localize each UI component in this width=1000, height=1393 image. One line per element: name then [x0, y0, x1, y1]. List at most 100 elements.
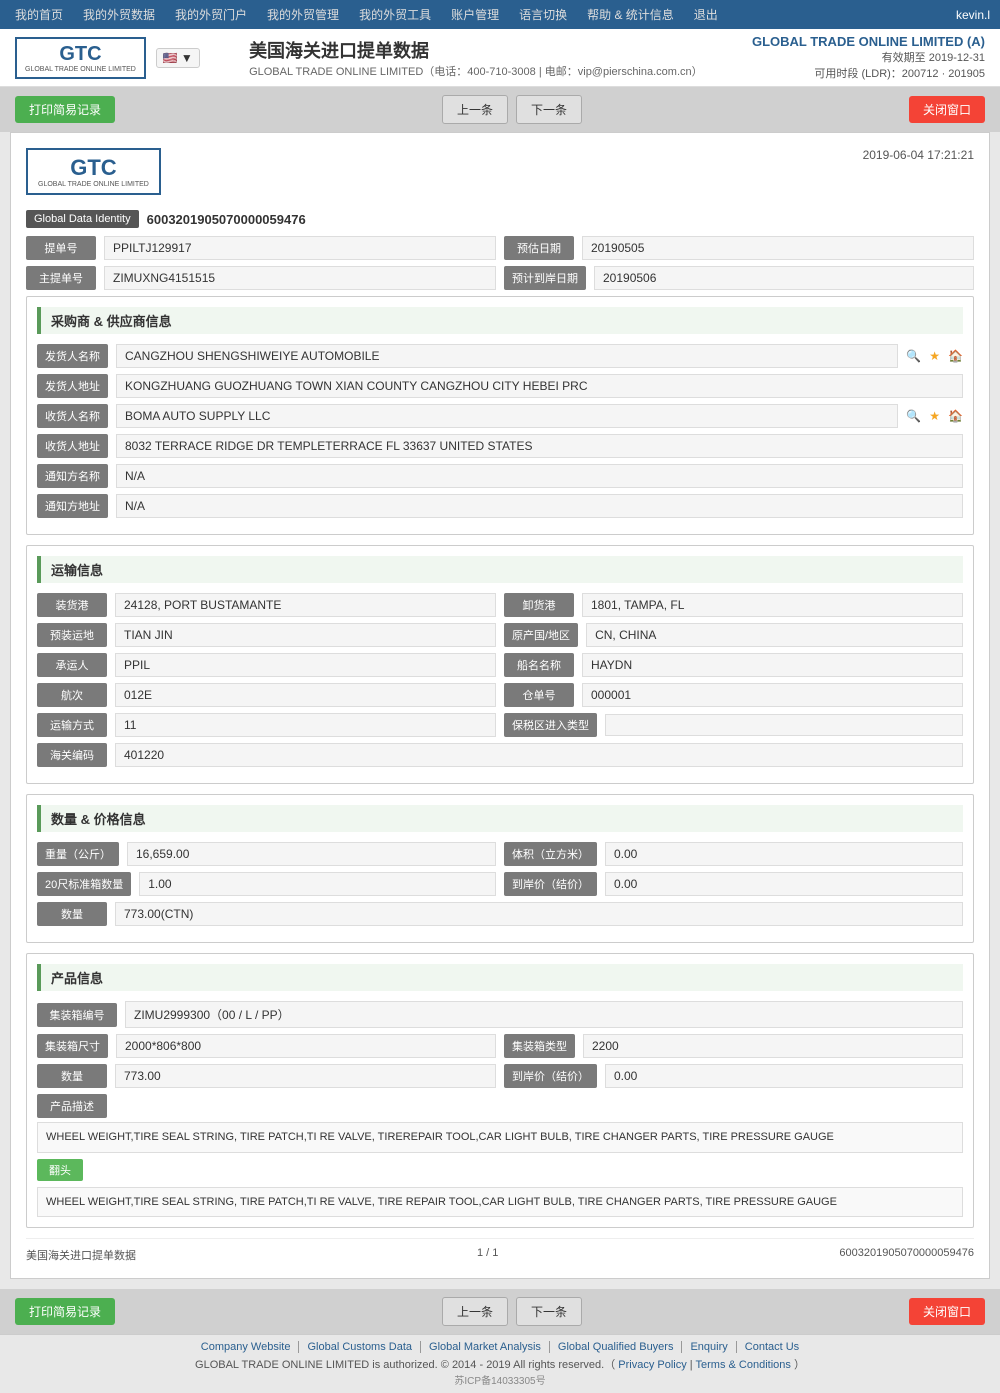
weight-col: 重量（公斤） 16,659.00 [37, 842, 496, 866]
flag-arrow: ▼ [181, 51, 193, 65]
notify-addr-row: 通知方地址 N/A [37, 494, 963, 518]
container-no-row: 集装箱编号 ZIMU2999300（00 / L / PP） [37, 1001, 963, 1028]
footer-link-contact[interactable]: Contact Us [737, 1341, 807, 1353]
nav-item-language[interactable]: 语言切换 [514, 4, 572, 25]
vessel-label: 船名名称 [504, 653, 574, 677]
footer-privacy-link[interactable]: Privacy Policy [618, 1359, 686, 1371]
bonded-col: 保税区进入类型 [504, 713, 963, 737]
supplier-title: 采购商 & 供应商信息 [51, 311, 172, 330]
shipper-name-label: 发货人名称 [37, 344, 108, 368]
prod-qty-row: 数量 773.00 到岸价（结价） 0.00 [37, 1064, 963, 1088]
nav-item-help[interactable]: 帮助 & 统计信息 [582, 4, 679, 25]
top-nav: 我的首页 我的外贸数据 我的外贸门户 我的外贸管理 我的外贸工具 账户管理 语言… [0, 0, 1000, 29]
doc-logo-sub: GLOBAL TRADE ONLINE LIMITED [38, 181, 149, 188]
footer-copyright: GLOBAL TRADE ONLINE LIMITED is authorize… [6, 1356, 994, 1372]
arrival-price-value: 0.00 [605, 872, 963, 896]
footer-terms-link[interactable]: Terms & Conditions [696, 1359, 791, 1371]
bill-label: 提单号 [26, 236, 96, 260]
pre-transport-label: 预装运地 [37, 623, 107, 647]
search-icon-consignee[interactable]: 🔍 [906, 409, 921, 423]
transport-mode-value: 11 [115, 713, 496, 737]
main-bill-label: 主提单号 [26, 266, 96, 290]
container20-label: 20尺标准箱数量 [37, 872, 131, 896]
nav-item-account[interactable]: 账户管理 [446, 4, 504, 25]
quantity-section: 数量 & 价格信息 重量（公斤） 16,659.00 体积（立方米） 0.00 … [26, 794, 974, 943]
doc-footer-id: 6003201905070000059476 [839, 1247, 974, 1263]
container-no-label: 集装箱编号 [37, 1003, 117, 1027]
bottom-toolbar-nav: 上一条 下一条 [442, 1297, 582, 1326]
loading-port-value: 24128, PORT BUSTAMANTE [115, 593, 496, 617]
footer-link-buyers[interactable]: Global Qualified Buyers [550, 1341, 683, 1353]
close-button[interactable]: 关闭窗口 [909, 96, 985, 123]
consignee-name-label: 收货人名称 [37, 404, 108, 428]
warehouse-value: 000001 [582, 683, 963, 707]
footer-link-customs[interactable]: Global Customs Data [299, 1341, 421, 1353]
toolbar-left: 打印简易记录 [15, 96, 115, 123]
loading-port-label: 装货港 [37, 593, 107, 617]
container-size-label: 集装箱尺寸 [37, 1034, 108, 1058]
home-icon-shipper[interactable]: 🏠 [948, 349, 963, 363]
shipper-name-value: CANGZHOU SHENGSHIWEIYE AUTOMOBILE [116, 344, 898, 368]
shipper-name-row: 发货人名称 CANGZHOU SHENGSHIWEIYE AUTOMOBILE … [37, 344, 963, 368]
weight-label: 重量（公斤） [37, 842, 119, 866]
nav-item-exit[interactable]: 退出 [689, 4, 723, 25]
page-subtitle: GLOBAL TRADE ONLINE LIMITED（电话：400-710-3… [249, 63, 703, 79]
container-size-value: 2000*806*800 [116, 1034, 496, 1058]
bottom-close-button[interactable]: 关闭窗口 [909, 1298, 985, 1325]
container-price-row: 20尺标准箱数量 1.00 到岸价（结价） 0.00 [37, 872, 963, 896]
vessel-col: 船名名称 HAYDN [504, 653, 963, 677]
next-button[interactable]: 下一条 [516, 95, 582, 124]
supplier-section-header: 采购商 & 供应商信息 [37, 307, 963, 334]
star-icon-consignee[interactable]: ★ [929, 409, 940, 423]
bottom-next-button[interactable]: 下一条 [516, 1297, 582, 1326]
voyage-row: 航次 012E 仓单号 000001 [37, 683, 963, 707]
origin-label: 原产国/地区 [504, 623, 578, 647]
nav-item-trade-data[interactable]: 我的外贸数据 [78, 4, 160, 25]
nav-item-tools[interactable]: 我的外贸工具 [354, 4, 436, 25]
gdi-label: Global Data Identity [26, 210, 139, 228]
container20-value: 1.00 [139, 872, 496, 896]
print-button[interactable]: 打印简易记录 [15, 96, 115, 123]
weight-volume-row: 重量（公斤） 16,659.00 体积（立方米） 0.00 [37, 842, 963, 866]
nav-item-home[interactable]: 我的首页 [10, 4, 68, 25]
footer-link-market[interactable]: Global Market Analysis [421, 1341, 550, 1353]
container-size-row: 集装箱尺寸 2000*806*800 集装箱类型 2200 [37, 1034, 963, 1058]
page-title: 美国海关进口提单数据 [249, 37, 703, 63]
weight-value: 16,659.00 [127, 842, 496, 866]
consignee-addr-label: 收货人地址 [37, 434, 108, 458]
product-description: WHEEL WEIGHT,TIRE SEAL STRING, TIRE PATC… [37, 1122, 963, 1153]
volume-label: 体积（立方米） [504, 842, 597, 866]
footer-link-enquiry[interactable]: Enquiry [682, 1341, 736, 1353]
main-bill-value: ZIMUXNG4151515 [104, 266, 496, 290]
home-icon-consignee[interactable]: 🏠 [948, 409, 963, 423]
nav-item-manage[interactable]: 我的外贸管理 [262, 4, 344, 25]
bottom-print-button[interactable]: 打印简易记录 [15, 1298, 115, 1325]
search-icon-shipper[interactable]: 🔍 [906, 349, 921, 363]
customs-value: 401220 [115, 743, 963, 767]
carrier-col: 承运人 PPIL [37, 653, 496, 677]
transport-title: 运输信息 [51, 560, 103, 579]
product-title: 产品信息 [51, 968, 103, 987]
voyage-value: 012E [115, 683, 496, 707]
nav-item-portal[interactable]: 我的外贸门户 [170, 4, 252, 25]
bottom-prev-button[interactable]: 上一条 [442, 1297, 508, 1326]
consignee-addr-row: 收货人地址 8032 TERRACE RIDGE DR TEMPLETERRAC… [37, 434, 963, 458]
toolbar-nav: 上一条 下一条 [442, 95, 582, 124]
eta-label: 预计到岸日期 [504, 266, 586, 290]
doc-logo-text: GTC [70, 155, 116, 181]
volume-value: 0.00 [605, 842, 963, 866]
origin-row: 预装运地 TIAN JIN 原产国/地区 CN, CHINA [37, 623, 963, 647]
translate-button[interactable]: 翻头 [37, 1159, 83, 1181]
bonded-value [605, 714, 963, 736]
quantity-title: 数量 & 价格信息 [51, 809, 146, 828]
star-icon-shipper[interactable]: ★ [929, 349, 940, 363]
doc-logo: GTC GLOBAL TRADE ONLINE LIMITED [26, 148, 161, 195]
time-range: 可用时段 (LDR)：200712 · 201905 [752, 65, 985, 81]
footer-link-company[interactable]: Company Website [193, 1341, 300, 1353]
unloading-col: 卸货港 1801, TAMPA, FL [504, 593, 963, 617]
prev-button[interactable]: 上一条 [442, 95, 508, 124]
carrier-label: 承运人 [37, 653, 107, 677]
flag-selector[interactable]: 🇺🇸 ▼ [156, 48, 200, 68]
product-section: 产品信息 集装箱编号 ZIMU2999300（00 / L / PP） 集装箱尺… [26, 953, 974, 1228]
transport-mode-row: 运输方式 11 保税区进入类型 [37, 713, 963, 737]
